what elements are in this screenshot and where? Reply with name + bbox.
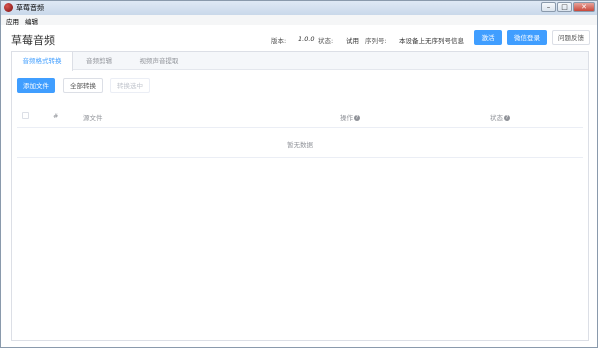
tab-bar: 音频格式转换 音频剪辑 视频声音提取 (12, 52, 588, 71)
column-source-file: 源文件 (83, 114, 103, 122)
maximize-button[interactable]: □ (557, 2, 572, 12)
add-files-button[interactable]: 添加文件 (17, 78, 55, 93)
column-actions: 操作? (340, 112, 360, 122)
column-status-label: 状态 (490, 114, 503, 122)
title-bar[interactable]: 草莓音频 – □ ✕ (1, 1, 597, 16)
feedback-button[interactable]: 问题反馈 (552, 30, 590, 45)
page-title: 草莓音频 (11, 34, 55, 47)
minimize-button[interactable]: – (541, 2, 556, 12)
column-index: # (53, 112, 59, 120)
column-actions-label: 操作 (340, 114, 353, 122)
tab-panel: 音频格式转换 音频剪辑 视频声音提取 添加文件 全部转换 转换选中 # 源文件 … (11, 51, 589, 341)
menu-edit[interactable]: 编辑 (25, 16, 38, 26)
activate-button[interactable]: 激活 (474, 30, 502, 45)
window-title: 草莓音频 (16, 4, 44, 12)
status-value: 试用 (346, 37, 359, 45)
help-icon[interactable]: ? (504, 115, 510, 121)
select-all-checkbox[interactable] (22, 112, 29, 119)
status-label: 状态: (318, 37, 334, 45)
convert-selected-button[interactable]: 转换选中 (110, 78, 150, 93)
convert-all-button[interactable]: 全部转换 (63, 78, 103, 93)
tab-audio-edit[interactable]: 音频剪辑 (73, 52, 125, 70)
row-divider (17, 157, 583, 158)
column-status: 状态? (490, 112, 510, 122)
empty-state-text: 暂无数据 (287, 141, 313, 149)
tab-video-extract[interactable]: 视频声音提取 (125, 52, 193, 70)
serial-label: 序列号: (365, 37, 387, 45)
window-controls: – □ ✕ (541, 2, 595, 12)
help-icon[interactable]: ? (354, 115, 360, 121)
menu-app[interactable]: 应用 (6, 16, 19, 26)
tab-format-convert[interactable]: 音频格式转换 (12, 52, 73, 71)
serial-value: 本设备上无序列号信息 (399, 37, 464, 45)
app-icon (4, 3, 13, 12)
app-window: 草莓音频 – □ ✕ 应用 编辑 草莓音频 版本: 1.0.0 状态: 试用 序… (0, 0, 598, 348)
menu-bar: 应用 编辑 (1, 15, 597, 26)
close-button[interactable]: ✕ (573, 2, 595, 12)
version-label: 版本: (271, 37, 287, 45)
version-value: 1.0.0 (298, 35, 315, 43)
header-divider (17, 127, 583, 128)
wechat-login-button[interactable]: 微信登录 (507, 30, 547, 45)
